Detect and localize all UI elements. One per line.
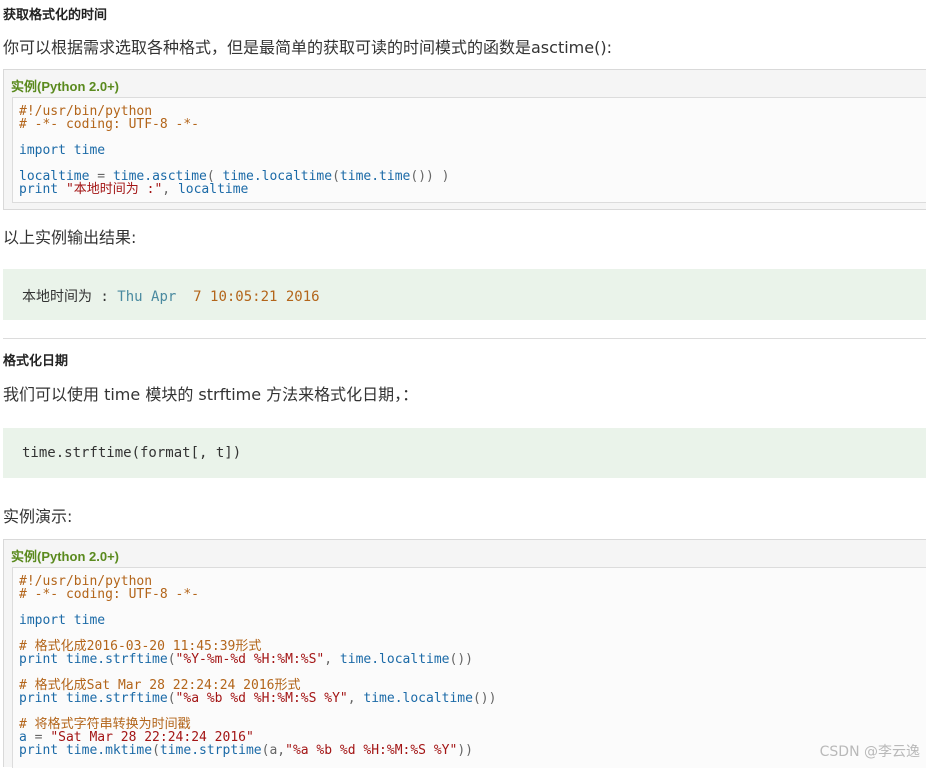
output-date: 7 10:05:21 2016	[184, 289, 320, 305]
strftime-intro: 我们可以使用 time 模块的 strftime 方法来格式化日期，：	[3, 385, 419, 404]
code-op: (	[167, 652, 176, 667]
code-op: (a,	[261, 743, 286, 758]
signature-block[interactable]: time.strftime(format[, t])	[3, 428, 926, 478]
code-block[interactable]: #!/usr/bin/python # -*- coding: UTF-8 -*…	[12, 567, 926, 768]
code-text: #!/usr/bin/python # -*- coding: UTF-8 -*…	[19, 105, 450, 196]
code-op: ,	[324, 652, 340, 667]
code-fn: time.localtime	[339, 652, 450, 667]
code-op: ())	[472, 691, 497, 706]
code-example-1: 实例(Python 2.0+) #!/usr/bin/python # -*- …	[3, 69, 926, 210]
code-block[interactable]: #!/usr/bin/python # -*- coding: UTF-8 -*…	[12, 97, 926, 203]
code-keyword: print	[19, 743, 59, 758]
code-fn: time.strftime	[65, 652, 168, 667]
code-op: ())	[449, 652, 473, 667]
code-op: ,	[162, 182, 178, 197]
code-op: (	[152, 743, 160, 758]
intro-paragraph: 你可以根据需求选取各种格式，但是最简单的获取可读的时间模式的函数是asctime…	[3, 38, 612, 57]
example-title: 实例(Python 2.0+)	[11, 79, 119, 94]
code-op: (	[332, 169, 340, 184]
code-coding-comment: # -*- coding: UTF-8 -*-	[19, 587, 200, 602]
code-keyword: print	[19, 652, 59, 667]
code-string: "%Y-%m-%d %H:%M:%S"	[175, 652, 325, 667]
code-text: #!/usr/bin/python # -*- coding: UTF-8 -*…	[19, 575, 496, 757]
code-keyword: print	[19, 182, 59, 197]
section-heading-format-time: 获取格式化的时间	[3, 8, 108, 23]
code-keyword: import	[19, 143, 66, 158]
divider	[3, 338, 926, 339]
code-fn: time.time	[339, 169, 411, 184]
code-fn: time.mktime	[65, 743, 153, 758]
code-coding-comment: # -*- coding: UTF-8 -*-	[19, 117, 200, 132]
demo-caption: 实例演示:	[3, 507, 73, 526]
code-string: "%a %b %d %H:%M:%S %Y"	[285, 743, 458, 758]
code-op: ,	[347, 691, 364, 706]
code-fn: time.strptime	[159, 743, 262, 758]
output-block[interactable]: 本地时间为 : Thu Apr 7 10:05:21 2016	[3, 269, 926, 320]
output-caption: 以上实例输出结果:	[3, 228, 137, 247]
code-example-2: 实例(Python 2.0+) #!/usr/bin/python # -*- …	[3, 539, 926, 768]
output-colon: :	[92, 289, 118, 305]
code-module: time	[73, 613, 106, 628]
output-label: 本地时间为	[22, 289, 92, 305]
output-day: Thu Apr	[117, 289, 185, 305]
section-heading-format-date: 格式化日期	[3, 354, 69, 369]
code-keyword: print	[19, 691, 59, 706]
code-fn: time.strftime	[65, 691, 168, 706]
code-keyword: import	[19, 613, 66, 628]
code-module: time	[73, 143, 106, 158]
code-string: "%a %b %d %H:%M:%S %Y"	[175, 691, 348, 706]
signature-text: time.strftime(format[, t])	[22, 445, 242, 461]
code-op: ()) )	[410, 169, 450, 184]
code-var: localtime	[177, 182, 249, 197]
csdn-watermark: CSDN @李云逸	[819, 744, 920, 760]
code-op: (	[167, 691, 176, 706]
code-op: ))	[457, 743, 473, 758]
code-string: "本地时间为 :"	[65, 182, 163, 197]
example-title: 实例(Python 2.0+)	[11, 549, 119, 564]
code-fn: time.localtime	[363, 691, 473, 706]
output-text: 本地时间为 : Thu Apr 7 10:05:21 2016	[22, 286, 320, 306]
